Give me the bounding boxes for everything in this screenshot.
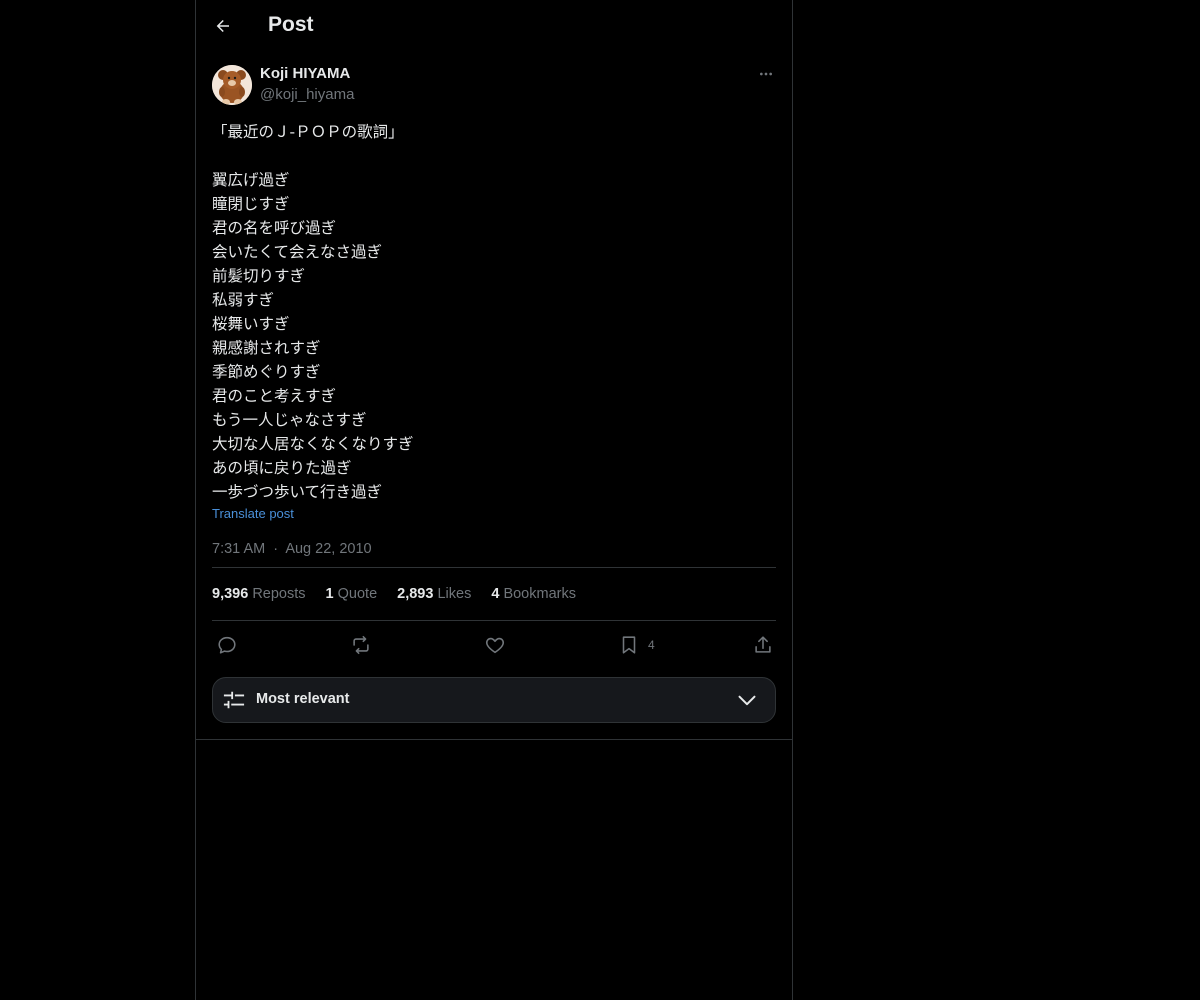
post-text-line: 前髪切りすぎ (212, 267, 306, 285)
reply-icon (218, 636, 236, 654)
post-text-line: 君のこと考えすぎ (212, 387, 337, 405)
page-header: Post (196, 0, 792, 54)
post-timestamp: 7:31 AM · Aug 22, 2010 (212, 541, 776, 567)
ellipsis-icon (760, 72, 772, 76)
chevron-wrap (737, 690, 757, 715)
post-actions: 4 (212, 621, 776, 673)
post-text-line: 君の名を呼び過ぎ (212, 219, 337, 237)
post-detail-column: Post Koji HIYAMA @koji_hiyama 「最近のＪ-ＰＯＰの… (195, 0, 793, 1000)
reposts-stat[interactable]: 9,396 Reposts (212, 586, 306, 602)
post-text-line: 親感謝されすぎ (212, 339, 321, 357)
post-date[interactable]: Aug 22, 2010 (285, 541, 371, 557)
post-text-line: 会いたくて会えなさ過ぎ (212, 243, 383, 261)
post-text-line: 瞳閉じすぎ (212, 195, 290, 213)
post-time[interactable]: 7:31 AM (212, 541, 265, 557)
bookmark-icon (622, 636, 636, 654)
sort-label: Most relevant (256, 691, 350, 707)
likes-count: 2,893 (397, 586, 434, 602)
section-divider (196, 739, 792, 740)
chevron-down-icon (738, 695, 756, 706)
post-text-line: 翼広げ過ぎ (212, 171, 290, 189)
author-handle[interactable]: @koji_hiyama (260, 86, 354, 103)
post-text-line: 「最近のＪ-ＰＯＰの歌詞」 (212, 123, 404, 141)
post-text: 「最近のＪ-ＰＯＰの歌詞」 翼広げ過ぎ 瞳閉じすぎ 君の名を呼び過ぎ 会いたくて… (212, 120, 776, 504)
reposts-label: Reposts (252, 586, 306, 602)
reposts-count: 9,396 (212, 586, 249, 602)
likes-stat[interactable]: 2,893 Likes (397, 586, 471, 602)
quotes-count: 1 (325, 586, 334, 602)
bookmark-button[interactable]: 4 (618, 633, 655, 657)
repost-icon (353, 635, 369, 655)
bookmarks-count: 4 (491, 586, 500, 602)
teddy-bear-avatar (212, 65, 252, 105)
quotes-label: Quote (337, 586, 378, 602)
bookmarks-label: Bookmarks (503, 586, 576, 602)
reply-button[interactable] (216, 633, 238, 657)
post-text-line: 私弱すぎ (212, 291, 275, 309)
heart-icon (485, 637, 505, 654)
meta-separator: · (273, 541, 279, 557)
author-row: Koji HIYAMA @koji_hiyama (212, 64, 776, 120)
author-display-name[interactable]: Koji HIYAMA (260, 65, 350, 82)
post-text-line: 桜舞いすぎ (212, 315, 290, 333)
reply-sort-dropdown[interactable]: Most relevant (212, 677, 776, 723)
sort-icon-wrap (223, 689, 245, 716)
quotes-stat[interactable]: 1 Quote (326, 586, 378, 602)
post-text-line: 季節めぐりすぎ (212, 363, 321, 381)
post-text-line: あの頃に戻りた過ぎ (212, 459, 352, 477)
arrow-left-icon (216, 20, 229, 32)
post-text-line: 一歩づつ歩いて行き過ぎ (212, 483, 383, 501)
like-button[interactable] (484, 633, 506, 657)
post-text-line: 大切な人居なくなくなりすぎ (212, 435, 414, 453)
back-button[interactable] (206, 9, 240, 43)
sliders-icon (223, 691, 245, 709)
translate-post-link[interactable]: Translate post (212, 506, 294, 521)
bookmark-count: 4 (648, 638, 655, 652)
avatar[interactable] (212, 65, 252, 105)
post-stats: 9,396 Reposts 1 Quote 2,893 Likes 4 Book… (212, 568, 776, 620)
more-options-button[interactable] (756, 64, 776, 84)
page-title: Post (268, 13, 314, 36)
likes-label: Likes (437, 586, 472, 602)
share-icon (755, 636, 771, 653)
share-button[interactable] (752, 633, 774, 657)
post-text-line: もう一人じゃなさすぎ (212, 411, 367, 429)
post-text-line (212, 144, 776, 168)
bookmarks-stat[interactable]: 4 Bookmarks (491, 586, 576, 602)
post: Koji HIYAMA @koji_hiyama 「最近のＪ-ＰＯＰの歌詞」 翼… (196, 64, 792, 723)
repost-button[interactable] (350, 633, 372, 657)
